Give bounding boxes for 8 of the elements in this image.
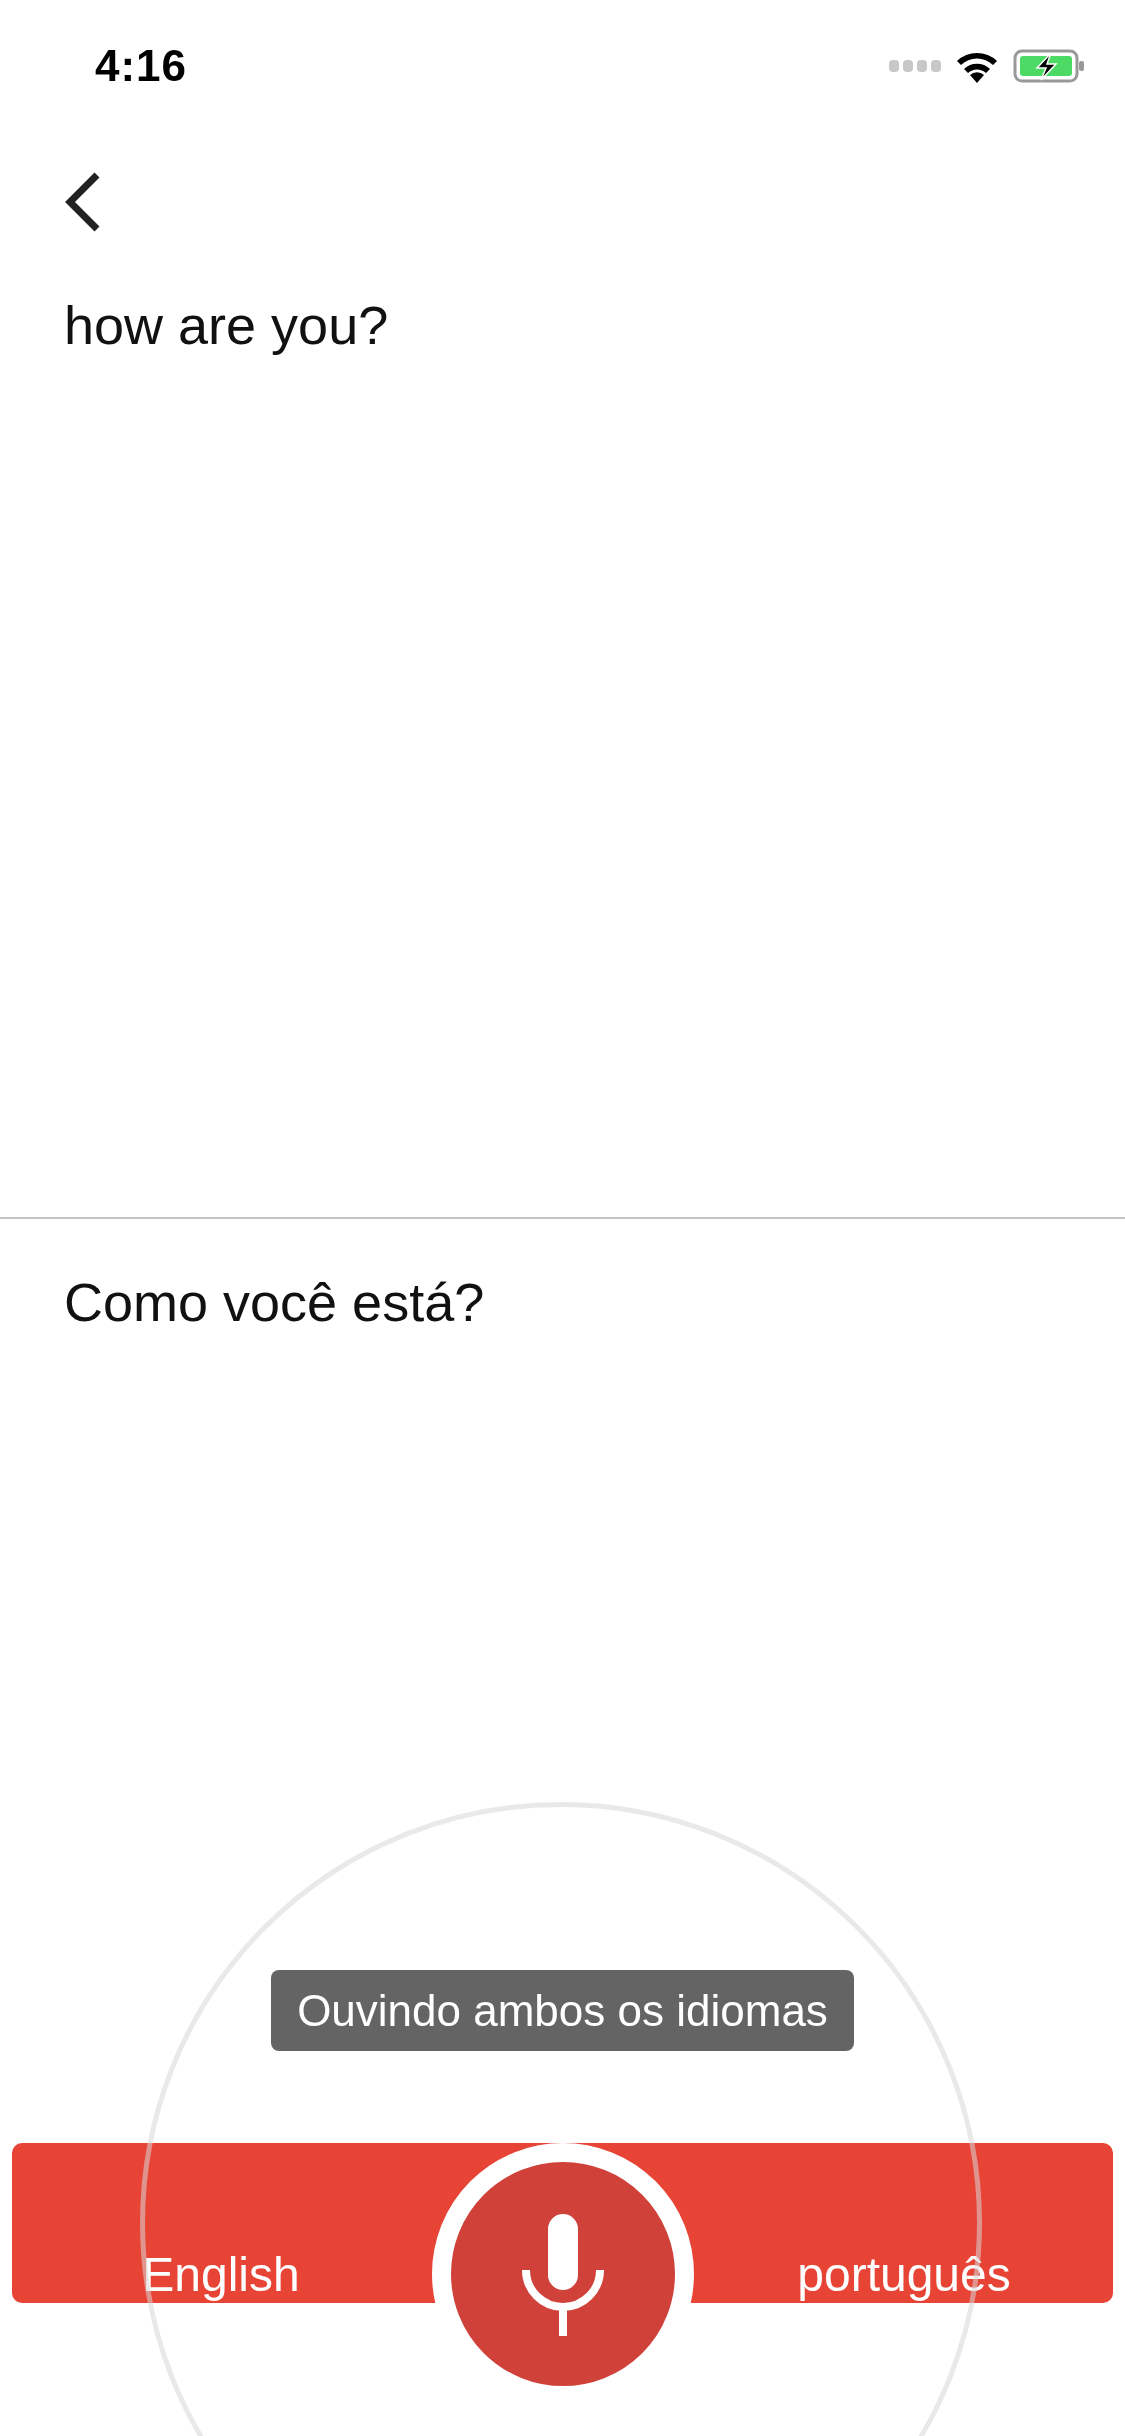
translation-text: Como você está? [63, 1271, 486, 1333]
status-time: 4:16 [95, 41, 188, 91]
status-toast: Ouvindo ambos os idiomas [271, 1970, 854, 2051]
battery-icon [1013, 49, 1085, 83]
language-button[interactable]: português [787, 2236, 1021, 2312]
signal-icon [889, 59, 941, 73]
source-text: how are you? [63, 294, 390, 356]
language-button[interactable]: English [132, 2236, 310, 2312]
